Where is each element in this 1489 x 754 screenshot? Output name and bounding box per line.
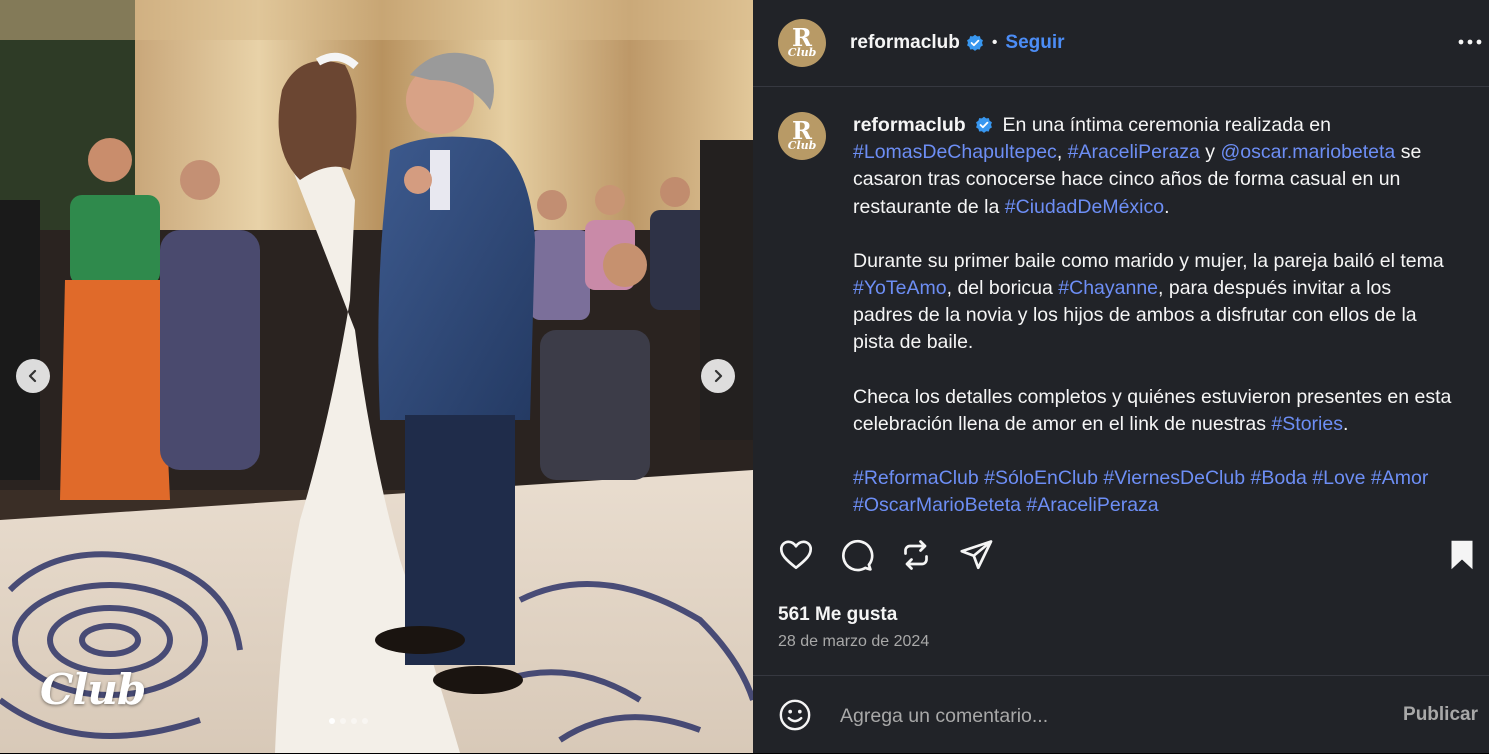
chevron-right-icon bbox=[714, 369, 723, 383]
hashtag-link[interactable]: #Stories bbox=[1271, 413, 1343, 435]
hashtag-link[interactable]: #Boda bbox=[1251, 467, 1307, 489]
club-watermark: Club bbox=[40, 665, 146, 714]
post-details-panel: R Club reformaclub • Seguir R Club refor… bbox=[753, 0, 1489, 753]
profile-avatar[interactable]: R Club bbox=[778, 19, 826, 67]
comment-icon[interactable] bbox=[838, 537, 874, 573]
caption-text-segment: En una íntima ceremonia realizada en bbox=[1002, 114, 1331, 136]
hashtag-link[interactable]: #Chayanne bbox=[1058, 277, 1158, 299]
hashtag-link[interactable]: #AraceliPeraza bbox=[1026, 494, 1158, 516]
hashtag-link[interactable]: #Love bbox=[1312, 467, 1365, 489]
caption-text-segment: , del boricua bbox=[946, 277, 1059, 300]
caption-paragraph: Durante su primer baile como marido y mu… bbox=[853, 248, 1453, 357]
bookmark-icon[interactable] bbox=[1444, 537, 1480, 573]
comment-bar: Publicar bbox=[753, 675, 1489, 754]
follow-button[interactable]: Seguir bbox=[1005, 32, 1064, 54]
caption-avatar[interactable]: R Club bbox=[778, 112, 826, 160]
hashtag-link[interactable]: #YoTeAmo bbox=[853, 277, 947, 299]
repost-icon[interactable] bbox=[898, 537, 934, 573]
caption-text-segment: . bbox=[1342, 412, 1349, 435]
header-username[interactable]: reformaclub bbox=[850, 32, 960, 54]
hashtag-link[interactable]: #ReformaClub bbox=[853, 467, 979, 489]
caption-paragraph: reformaclub En una íntima ceremonia real… bbox=[853, 112, 1453, 221]
carousel-dot bbox=[329, 718, 335, 724]
carousel-next-button[interactable] bbox=[701, 359, 735, 393]
hashtag-link[interactable]: #CiudadDeMéxico bbox=[1005, 196, 1164, 218]
carousel-prev-button[interactable] bbox=[16, 359, 50, 393]
mention-link[interactable]: @oscar.mariobeteta bbox=[1220, 141, 1395, 163]
caption-text-segment: Checa los detalles completos y quiénes e… bbox=[853, 385, 1452, 435]
heart-icon[interactable] bbox=[778, 537, 814, 573]
post-actions bbox=[778, 537, 1478, 577]
post-photo[interactable]: Club bbox=[0, 0, 753, 753]
caption-hashtags: #ReformaClub #SóloEnClub #ViernesDeClub … bbox=[853, 465, 1453, 519]
caption-text: reformaclub En una íntima ceremonia real… bbox=[853, 112, 1453, 546]
hashtag-link[interactable]: #LomasDeChapultepec bbox=[853, 141, 1057, 163]
carousel-indicator bbox=[329, 718, 368, 724]
caption-text-segment: . bbox=[1164, 195, 1170, 218]
caption-paragraph: Checa los detalles completos y quiénes e… bbox=[853, 384, 1453, 438]
carousel-dot bbox=[351, 718, 357, 724]
post-header: R Club reformaclub • Seguir bbox=[753, 0, 1489, 87]
caption-text-segment: Durante su primer baile como marido y mu… bbox=[853, 249, 1444, 272]
share-icon[interactable] bbox=[958, 537, 994, 573]
post-caption: R Club reformaclub En una íntima ceremon… bbox=[778, 112, 1468, 546]
caption-text-segment: y bbox=[1199, 141, 1221, 164]
hashtag-link[interactable]: #SóloEnClub bbox=[984, 467, 1098, 489]
publish-button[interactable]: Publicar bbox=[1403, 704, 1478, 726]
wedding-photo-illustration bbox=[0, 0, 753, 753]
avatar-sub: Club bbox=[787, 139, 817, 152]
chevron-left-icon bbox=[28, 369, 37, 383]
verified-badge-icon bbox=[966, 34, 983, 51]
header-separator: • bbox=[991, 34, 998, 51]
caption-text-segment: , bbox=[1056, 141, 1068, 164]
hashtag-link[interactable]: #Amor bbox=[1371, 467, 1428, 489]
emoji-icon[interactable] bbox=[778, 698, 812, 732]
carousel-dot bbox=[340, 718, 346, 724]
hashtag-link[interactable]: #AraceliPeraza bbox=[1068, 141, 1200, 163]
hashtag-link[interactable]: #OscarMarioBeteta bbox=[853, 494, 1021, 516]
comment-input[interactable] bbox=[838, 700, 1382, 732]
caption-username[interactable]: reformaclub bbox=[853, 114, 966, 136]
more-dots-icon[interactable] bbox=[1457, 32, 1483, 52]
post-date: 28 de marzo de 2024 bbox=[778, 633, 930, 650]
likes-count[interactable]: 561 Me gusta bbox=[778, 604, 897, 626]
avatar-sub: Club bbox=[787, 46, 817, 59]
hashtag-link[interactable]: #ViernesDeClub bbox=[1103, 467, 1245, 489]
verified-badge-icon bbox=[976, 116, 993, 133]
carousel-dot bbox=[362, 718, 368, 724]
